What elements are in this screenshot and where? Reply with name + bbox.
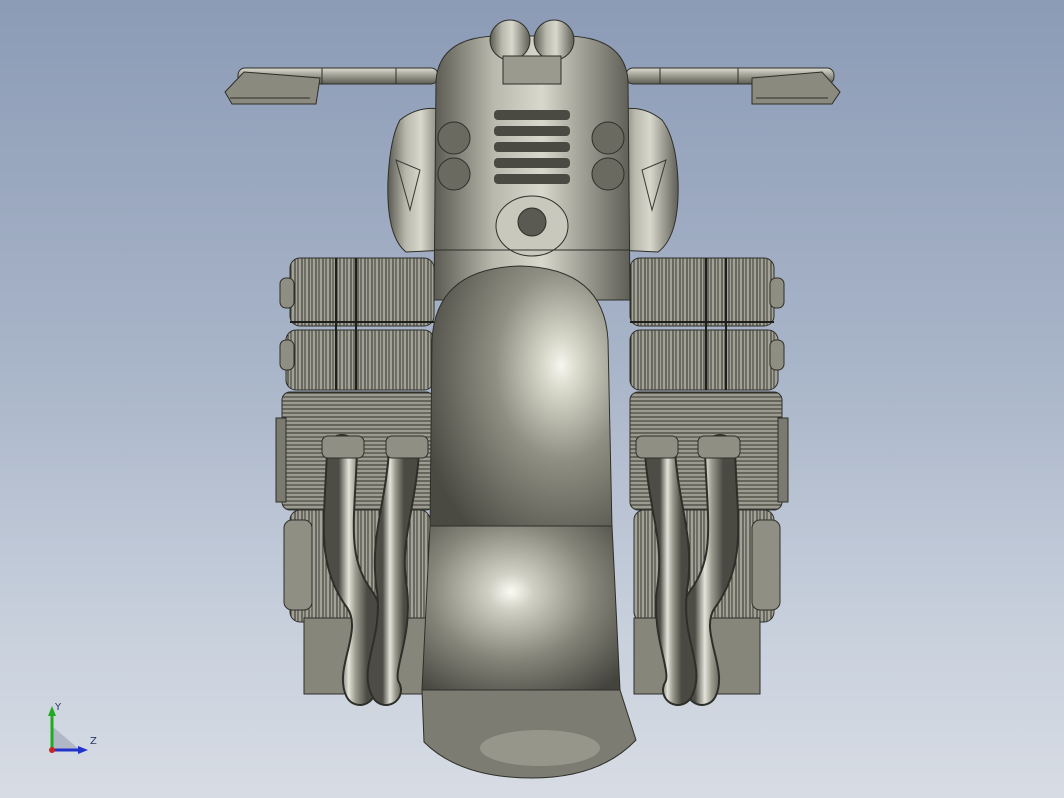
- handlebar-left: [224, 67, 439, 105]
- motorcycle-model[interactable]: [0, 0, 1064, 798]
- orientation-triad: Y Z: [48, 702, 97, 754]
- front-fender: [421, 525, 637, 779]
- cylinder-head-right: [629, 257, 785, 391]
- headstock: [433, 19, 631, 301]
- cylinder-head-left: [279, 257, 435, 391]
- z-axis-label: Z: [90, 736, 97, 747]
- y-axis-label: Y: [54, 702, 62, 713]
- x-axis-icon: [49, 747, 55, 753]
- handlebar-right: [625, 67, 841, 105]
- graphics-viewport[interactable]: Y Z: [0, 0, 1064, 798]
- fuel-tank: [429, 265, 613, 529]
